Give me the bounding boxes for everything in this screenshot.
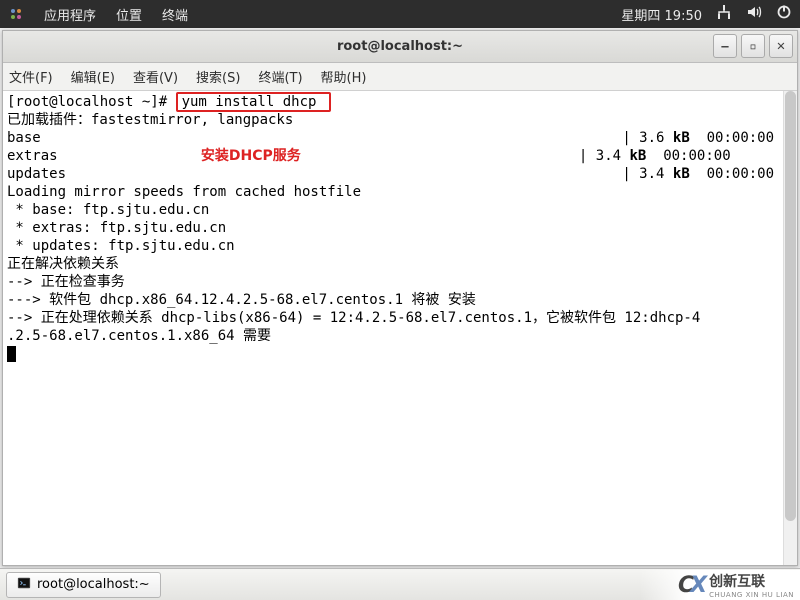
output-line: --> 正在检查事务 [7, 274, 125, 290]
taskbar-item-label: root@localhost:~ [37, 577, 150, 592]
watermark: CX 创新互联 CHUANG XIN HU LIAN [640, 570, 800, 600]
prompt: [root@localhost ~]# [7, 94, 176, 110]
maximize-button[interactable]: ▫ [741, 34, 765, 58]
bottom-taskbar: root@localhost:~ CX 创新互联 CHUANG XIN HU L… [0, 568, 800, 600]
panel-clock[interactable]: 星期四 19:50 [621, 5, 702, 24]
output-line: Loading mirror speeds from cached hostfi… [7, 184, 361, 200]
minimize-button[interactable]: — [713, 34, 737, 58]
output-line: .2.5-68.el7.centos.1.x86_64 需要 [7, 328, 271, 344]
watermark-logo: CX [678, 573, 703, 598]
output-time: 00:00:00 [646, 148, 730, 164]
highlighted-command: yum install dhcp [176, 92, 331, 112]
output-time: 00:00:00 [690, 130, 774, 146]
terminal-window: root@localhost:~ — ▫ ✕ 文件(F) 编辑(E) 查看(V)… [2, 30, 798, 566]
panel-menu-places[interactable]: 位置 [116, 5, 142, 24]
output-line: * updates: ftp.sjtu.edu.cn [7, 238, 235, 254]
output-unit: kB [673, 166, 690, 182]
menubar: 文件(F) 编辑(E) 查看(V) 搜索(S) 终端(T) 帮助(H) [3, 63, 797, 91]
output-line: base [7, 130, 41, 146]
output-line: * base: ftp.sjtu.edu.cn [7, 202, 209, 218]
terminal-icon [17, 576, 31, 594]
cursor [7, 346, 16, 362]
output-unit: kB [673, 130, 690, 146]
panel-menu-apps[interactable]: 应用程序 [44, 5, 96, 24]
output-unit: kB [629, 148, 646, 164]
output-size: | 3.4 [579, 148, 630, 164]
network-icon[interactable] [716, 4, 732, 24]
window-title: root@localhost:~ [337, 39, 463, 54]
panel-menu-terminal[interactable]: 终端 [162, 5, 188, 24]
volume-icon[interactable] [746, 4, 762, 24]
menu-search[interactable]: 搜索(S) [196, 67, 240, 86]
close-button[interactable]: ✕ [769, 34, 793, 58]
power-icon[interactable] [776, 4, 792, 24]
menu-help[interactable]: 帮助(H) [321, 67, 367, 86]
menu-edit[interactable]: 编辑(E) [71, 67, 115, 86]
output-line: updates [7, 166, 66, 182]
output-line: * extras: ftp.sjtu.edu.cn [7, 220, 226, 236]
terminal-output[interactable]: [root@localhost ~]# yum install dhcp 已加载… [3, 91, 797, 565]
output-line: 正在解决依赖关系 [7, 256, 119, 272]
top-panel: 应用程序 位置 终端 星期四 19:50 [0, 0, 800, 28]
panel-left: 应用程序 位置 终端 [8, 5, 188, 24]
output-line: extras [7, 148, 58, 164]
output-time: 00:00:00 [690, 166, 774, 182]
menu-file[interactable]: 文件(F) [9, 67, 53, 86]
desktop: root@localhost:~ — ▫ ✕ 文件(F) 编辑(E) 查看(V)… [0, 28, 800, 568]
activities-icon[interactable] [8, 6, 24, 22]
output-line: ---> 软件包 dhcp.x86_64.12.4.2.5-68.el7.cen… [7, 292, 476, 308]
window-titlebar[interactable]: root@localhost:~ — ▫ ✕ [3, 31, 797, 63]
watermark-text: 创新互联 CHUANG XIN HU LIAN [709, 571, 794, 599]
panel-right: 星期四 19:50 [621, 4, 792, 24]
output-size: | 3.4 [622, 166, 673, 182]
output-size: | 3.6 [622, 130, 673, 146]
menu-view[interactable]: 查看(V) [133, 67, 178, 86]
window-controls: — ▫ ✕ [713, 34, 793, 58]
scrollbar-thumb[interactable] [785, 91, 796, 521]
menu-terminal[interactable]: 终端(T) [258, 67, 302, 86]
output-line: --> 正在处理依赖关系 dhcp-libs(x86-64) = 12:4.2.… [7, 310, 700, 326]
taskbar-item-terminal[interactable]: root@localhost:~ [6, 572, 161, 598]
scrollbar[interactable] [783, 91, 797, 565]
annotation-label: 安装DHCP服务 [201, 148, 301, 164]
output-line: 已加载插件：fastestmirror, langpacks [7, 112, 293, 128]
